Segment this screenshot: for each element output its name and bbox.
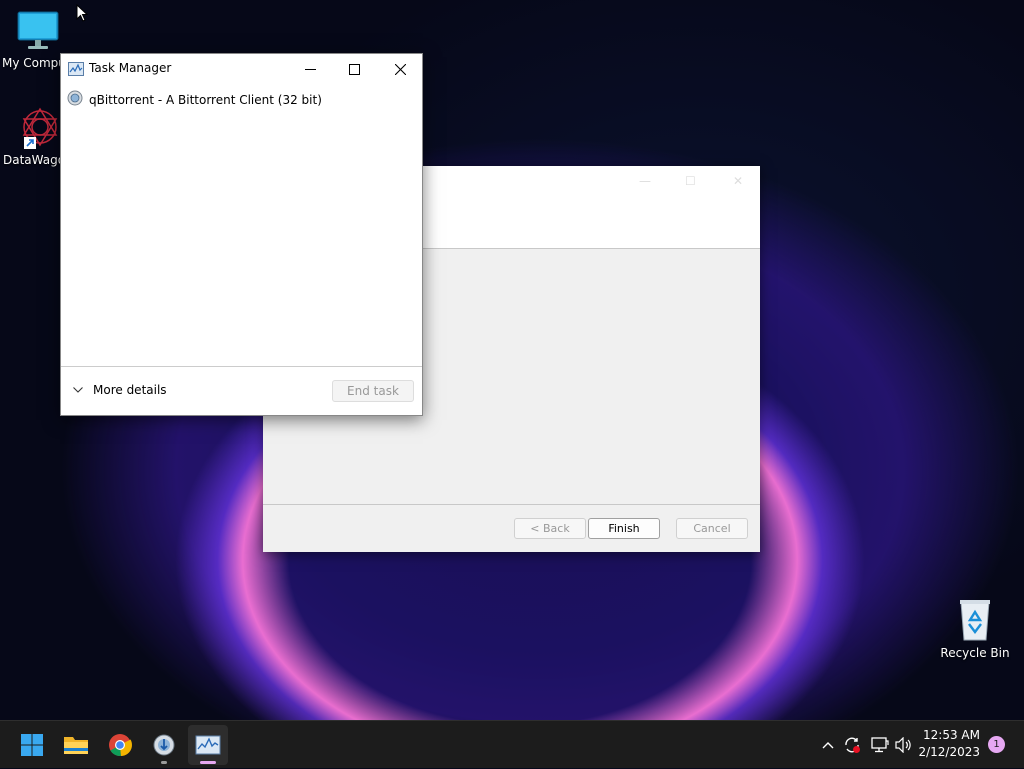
chevron-down-icon: [73, 387, 83, 393]
datawagon-icon: [16, 105, 60, 149]
task-manager-footer: More details End task: [61, 366, 422, 415]
task-manager-icon: [195, 735, 221, 755]
process-list-item[interactable]: qBittorrent - A Bittorrent Client (32 bi…: [67, 90, 322, 109]
notification-badge[interactable]: 1: [988, 736, 1005, 753]
minimize-icon[interactable]: —: [639, 174, 651, 188]
clock-date: 2/12/2023: [918, 745, 980, 759]
maximize-icon: [348, 63, 360, 75]
minimize-icon: [304, 68, 316, 70]
more-details-toggle[interactable]: More details: [73, 383, 167, 397]
close-icon[interactable]: ✕: [733, 174, 743, 188]
more-details-label: More details: [93, 383, 167, 397]
recycle-bin-icon: [955, 598, 995, 642]
cancel-button[interactable]: Cancel: [676, 518, 748, 539]
desktop-icon-label: Recycle Bin: [940, 646, 1010, 660]
desktop-icon-label: My Computer: [2, 56, 62, 70]
start-icon: [21, 734, 43, 756]
task-manager-taskbar-button[interactable]: [188, 725, 228, 765]
running-indicator: [161, 761, 167, 764]
file-explorer-icon: [64, 737, 88, 754]
mouse-cursor-icon: [76, 3, 89, 25]
desktop-icon-recycle-bin[interactable]: Recycle Bin: [937, 598, 1013, 660]
task-manager-window: Task Manager qBittorrent - A Bittorrent …: [60, 53, 423, 416]
maximize-icon[interactable]: ☐: [685, 174, 696, 188]
chevron-up-icon[interactable]: [818, 721, 838, 769]
volume-icon[interactable]: [894, 721, 914, 769]
task-manager-icon: [68, 62, 84, 79]
title-bar[interactable]: Task Manager: [61, 54, 422, 84]
qbittorrent-icon: [67, 90, 83, 109]
active-indicator: [200, 761, 216, 764]
wizard-footer: < Back Finish Cancel: [263, 504, 760, 552]
maximize-button[interactable]: [331, 54, 377, 84]
close-icon: [394, 63, 406, 75]
clock[interactable]: 12:53 AM 2/12/2023: [918, 727, 980, 761]
window-title: Task Manager: [89, 61, 172, 75]
end-task-button[interactable]: End task: [332, 380, 414, 402]
sync-icon[interactable]: [842, 721, 862, 769]
clock-time: 12:53 AM: [923, 728, 980, 742]
taskbar: 12:53 AM 2/12/2023 1: [0, 720, 1024, 768]
close-button[interactable]: [377, 54, 423, 84]
chrome-icon: [109, 734, 132, 757]
minimize-button[interactable]: [287, 54, 333, 84]
back-button[interactable]: < Back: [514, 518, 586, 539]
qbittorrent-setup-button[interactable]: [144, 725, 184, 765]
desktop-icon-label: DataWagon: [3, 153, 61, 167]
monitor-icon: [16, 10, 60, 52]
network-icon[interactable]: [870, 721, 890, 769]
start-button[interactable]: [12, 725, 52, 765]
process-name: qBittorrent - A Bittorrent Client (32 bi…: [89, 92, 322, 107]
qbittorrent-setup-icon: [153, 734, 175, 756]
chrome-button[interactable]: [100, 725, 140, 765]
file-explorer-button[interactable]: [56, 725, 96, 765]
finish-button[interactable]: Finish: [588, 518, 660, 539]
